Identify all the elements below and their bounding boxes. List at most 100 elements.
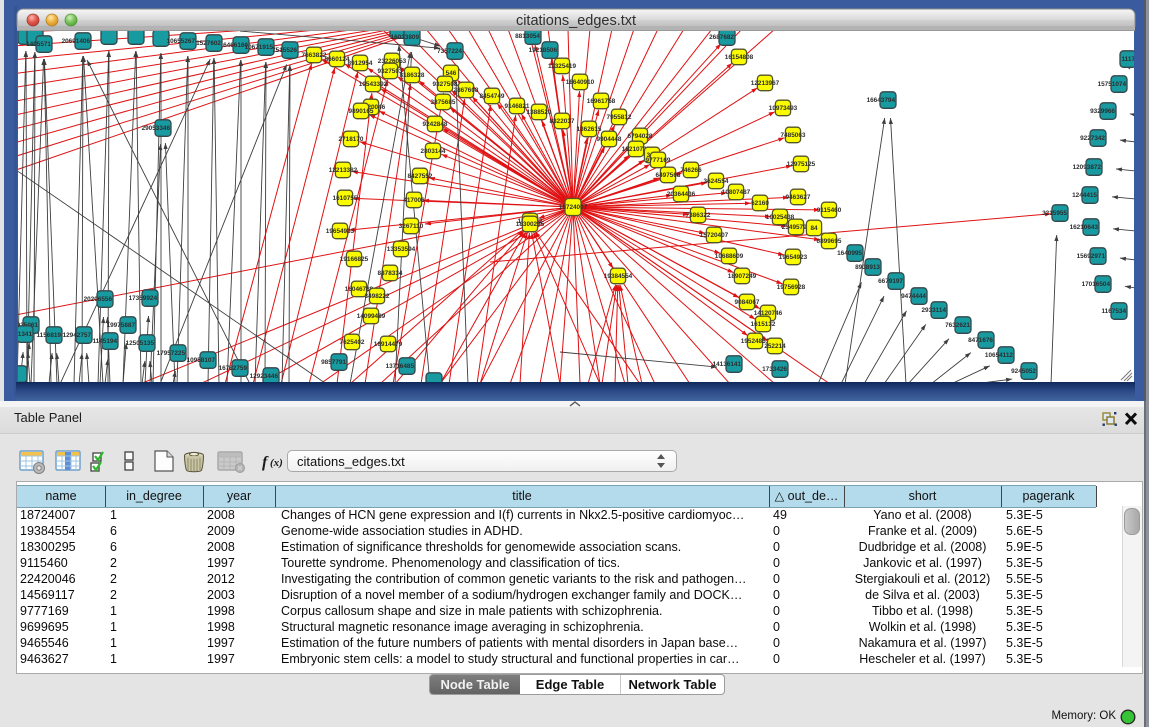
svg-text:6794028: 6794028 (628, 133, 653, 140)
svg-text:9329966: 9329966 (1090, 108, 1115, 115)
svg-text:19654923: 19654923 (779, 254, 808, 261)
svg-text:10654112: 10654112 (985, 352, 1014, 359)
svg-text:10958107: 10958107 (187, 357, 216, 364)
svg-text:84: 84 (810, 225, 818, 232)
svg-text:15720407: 15720407 (700, 232, 729, 239)
svg-text:(x): (x) (270, 457, 283, 469)
svg-text:9463627: 9463627 (786, 194, 811, 201)
svg-text:2687682: 2687682 (709, 34, 734, 41)
svg-text:7663822: 7663822 (302, 52, 327, 59)
svg-text:8878334: 8878334 (378, 270, 403, 277)
svg-text:2718170: 2718170 (339, 136, 364, 143)
svg-text:18724007: 18724007 (559, 204, 588, 211)
svg-text:7955812: 7955812 (607, 114, 632, 121)
svg-text:18300295: 18300295 (516, 221, 545, 228)
svg-text:9242848: 9242848 (423, 121, 448, 128)
svg-text:1610755: 1610755 (333, 195, 358, 202)
svg-text:19975887: 19975887 (107, 322, 136, 329)
svg-text:15751074: 15751074 (1098, 81, 1127, 88)
svg-text:8912954: 8912954 (348, 60, 373, 67)
svg-text:7357224: 7357224 (437, 48, 462, 55)
svg-text:1145194: 1145194 (92, 338, 117, 345)
svg-text:20691406: 20691406 (62, 38, 91, 45)
svg-text:citations_edges.txt: citations_edges.txt (516, 13, 636, 29)
svg-text:12213967: 12213967 (751, 80, 780, 87)
svg-text:3498222: 3498222 (365, 293, 390, 300)
svg-text:f: f (262, 454, 269, 471)
svg-text:8813054: 8813054 (515, 33, 540, 40)
svg-text:252214: 252214 (764, 343, 786, 350)
svg-text:1640995: 1640995 (837, 250, 862, 257)
svg-text:10543392: 10543392 (359, 81, 388, 88)
svg-text:2803144: 2803144 (421, 148, 446, 155)
svg-text:17016504: 17016504 (1082, 281, 1111, 288)
svg-text:12093872: 12093872 (1073, 164, 1102, 171)
svg-text:9227342: 9227342 (1080, 135, 1105, 142)
svg-text:1527602: 1527602 (196, 40, 221, 47)
svg-text:1615132: 1615132 (751, 321, 776, 328)
svg-text:19654933: 19654933 (326, 228, 355, 235)
svg-text:12975125: 12975125 (787, 161, 816, 168)
svg-text:6899695: 6899695 (817, 238, 842, 245)
svg-text:10671915: 10671915 (245, 44, 274, 51)
svg-text:10807487: 10807487 (722, 189, 751, 196)
svg-text:15692971: 15692971 (1077, 253, 1106, 260)
svg-text:1405571: 1405571 (26, 41, 51, 48)
svg-text:7386322: 7386322 (686, 212, 711, 219)
svg-text:20364436: 20364436 (667, 191, 696, 198)
svg-text:2933114: 2933114 (921, 307, 946, 314)
svg-text:1117: 1117 (1121, 56, 1135, 63)
svg-text:10655267: 10655267 (167, 38, 196, 45)
svg-text:16961758: 16961758 (587, 98, 616, 105)
svg-text:8471676: 8471676 (968, 337, 993, 344)
svg-text:746266: 746266 (680, 167, 702, 174)
svg-text:8186328: 8186328 (400, 72, 425, 79)
svg-text:10973493: 10973493 (769, 105, 798, 112)
svg-text:7515526: 7515526 (272, 47, 297, 54)
svg-text:8322037: 8322037 (550, 118, 575, 125)
svg-text:7485063: 7485063 (781, 132, 806, 139)
svg-text:14099489: 14099489 (357, 313, 386, 320)
svg-text:19756928: 19756928 (777, 284, 806, 291)
svg-text:3624554: 3624554 (704, 178, 729, 185)
svg-text:7632621: 7632621 (945, 322, 970, 329)
svg-text:9245052: 9245052 (1011, 368, 1036, 375)
svg-text:8454749: 8454749 (480, 93, 505, 100)
svg-text:12213382: 12213382 (329, 167, 358, 174)
svg-text:6679197: 6679197 (878, 278, 903, 285)
svg-text:16914479: 16914479 (374, 341, 403, 348)
svg-text:10688609: 10688609 (715, 253, 744, 260)
svg-text:3215955: 3215955 (1042, 210, 1067, 217)
svg-text:9777169: 9777169 (646, 157, 671, 164)
svg-text:16643794: 16643794 (867, 97, 896, 104)
svg-text:18640910: 18640910 (566, 79, 595, 86)
svg-text:8427552: 8427552 (408, 173, 433, 180)
svg-text:12923446: 12923446 (250, 373, 279, 380)
svg-text:14136141: 14136141 (713, 361, 742, 368)
svg-text:12942757: 12942757 (63, 332, 92, 339)
svg-text:19166825: 19166825 (340, 256, 369, 263)
svg-text:6497568: 6497568 (656, 172, 681, 179)
svg-text:1156819: 1156819 (36, 332, 61, 339)
svg-text:9857791: 9857791 (321, 359, 346, 366)
svg-text:17957225: 17957225 (157, 350, 186, 357)
svg-text:1167534: 1167534 (1101, 308, 1126, 315)
svg-text:16154808: 16154808 (725, 54, 754, 61)
svg-text:9474444: 9474444 (901, 293, 926, 300)
svg-text:9890165: 9890165 (349, 108, 374, 115)
svg-text:16033809: 16033809 (391, 34, 420, 41)
svg-text:2867608: 2867608 (454, 87, 479, 94)
svg-text:9904448: 9904448 (597, 136, 622, 143)
svg-text:1244415: 1244415 (1072, 192, 1097, 199)
svg-text:18907249: 18907249 (728, 273, 757, 280)
svg-text:19384554: 19384554 (604, 273, 633, 280)
svg-text:17359924: 17359924 (129, 295, 158, 302)
svg-text:3267110: 3267110 (399, 223, 424, 230)
svg-text:417006: 417006 (403, 197, 425, 204)
svg-text:1388520: 1388520 (527, 109, 552, 116)
svg-text:1362615: 1362615 (577, 126, 602, 133)
svg-text:19218506: 19218506 (529, 47, 558, 54)
svg-text:8660124: 8660124 (325, 56, 350, 63)
svg-text:11325419: 11325419 (548, 63, 577, 70)
svg-text:13716485: 13716485 (386, 363, 415, 370)
